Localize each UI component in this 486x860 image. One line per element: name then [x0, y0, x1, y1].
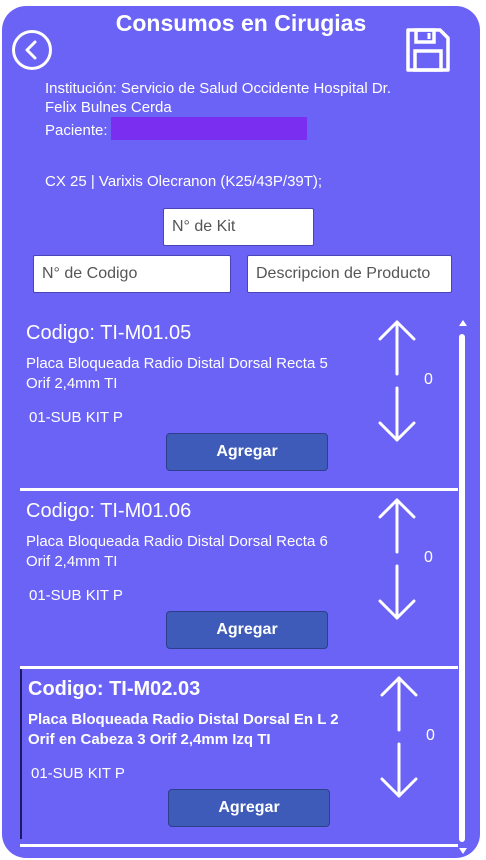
product-card-selected: Codigo: TI-M02.03 Placa Bloqueada Radio … — [20, 669, 458, 839]
kit-number-input[interactable]: N° de Kit — [163, 208, 314, 246]
scroll-up-arrow-icon — [459, 320, 467, 326]
quantity-value: 0 — [426, 727, 435, 744]
product-description: Placa Bloqueada Radio Distal Dorsal Rect… — [26, 532, 356, 572]
description-line: Placa Bloqueada Radio Distal Dorsal En L… — [28, 711, 339, 728]
card-divider — [20, 844, 458, 847]
arrow-down-icon — [378, 386, 416, 442]
arrow-up-icon — [378, 320, 416, 376]
decrease-quantity-button[interactable] — [376, 564, 418, 622]
quantity-value: 0 — [424, 549, 433, 566]
description-line: Orif 2,4mm TI — [26, 375, 118, 392]
patient-label: Paciente: — [45, 122, 108, 139]
product-description: Placa Bloqueada Radio Distal Dorsal Rect… — [26, 354, 356, 394]
product-kit: 01-SUB KIT P — [31, 765, 125, 782]
patient-name-redacted — [111, 117, 307, 140]
surgery-info: CX 25 | Varixis Olecranon (K25/43P/39T); — [45, 173, 323, 190]
product-code: Codigo: TI-M01.05 — [26, 322, 192, 344]
increase-quantity-button[interactable] — [378, 674, 420, 732]
product-card: Codigo: TI-M01.06 Placa Bloqueada Radio … — [20, 491, 456, 661]
increase-quantity-button[interactable] — [376, 318, 418, 376]
floppy-disk-icon — [406, 28, 450, 72]
product-description: Placa Bloqueada Radio Distal Dorsal En L… — [28, 710, 358, 750]
product-description-input[interactable]: Descripcion de Producto — [247, 255, 452, 293]
add-product-button[interactable]: Agregar — [166, 611, 328, 649]
arrow-up-icon — [380, 676, 418, 732]
institution-line-2: Felix Bulnes Cerda — [45, 99, 172, 116]
arrow-down-icon — [378, 564, 416, 620]
code-number-input[interactable]: N° de Codigo — [33, 255, 231, 293]
page-title: Consumos en Cirugias — [115, 10, 367, 36]
add-product-button[interactable]: Agregar — [168, 789, 330, 827]
app-screen: Consumos en Cirugias Institución: Servic… — [2, 6, 480, 858]
arrow-up-icon — [378, 498, 416, 554]
institution-line-1: Institución: Servicio de Salud Occidente… — [45, 80, 392, 97]
product-kit: 01-SUB KIT P — [29, 409, 123, 426]
arrow-down-icon — [380, 742, 418, 798]
description-line: Orif 2,4mm TI — [26, 553, 118, 570]
description-line: Placa Bloqueada Radio Distal Dorsal Rect… — [26, 355, 328, 372]
decrease-quantity-button[interactable] — [376, 386, 418, 444]
list-scrollbar[interactable] — [458, 316, 468, 858]
scrollbar-thumb[interactable] — [459, 334, 465, 842]
product-kit: 01-SUB KIT P — [29, 587, 123, 604]
decrease-quantity-button[interactable] — [378, 742, 420, 800]
product-list[interactable]: Codigo: TI-M01.05 Placa Bloqueada Radio … — [2, 313, 480, 858]
description-line: Placa Bloqueada Radio Distal Dorsal Rect… — [26, 533, 328, 550]
chevron-left-icon — [25, 40, 37, 60]
description-line: Orif en Cabeza 3 Orif 2,4mm Izq TI — [28, 731, 271, 748]
product-code: Codigo: TI-M02.03 — [28, 678, 201, 700]
save-button[interactable] — [404, 26, 452, 74]
increase-quantity-button[interactable] — [376, 496, 418, 554]
back-button[interactable] — [12, 30, 52, 70]
scroll-down-arrow-icon — [459, 848, 467, 854]
product-code: Codigo: TI-M01.06 — [26, 500, 192, 522]
add-product-button[interactable]: Agregar — [166, 433, 328, 471]
product-card: Codigo: TI-M01.05 Placa Bloqueada Radio … — [20, 313, 456, 483]
quantity-value: 0 — [424, 371, 433, 388]
